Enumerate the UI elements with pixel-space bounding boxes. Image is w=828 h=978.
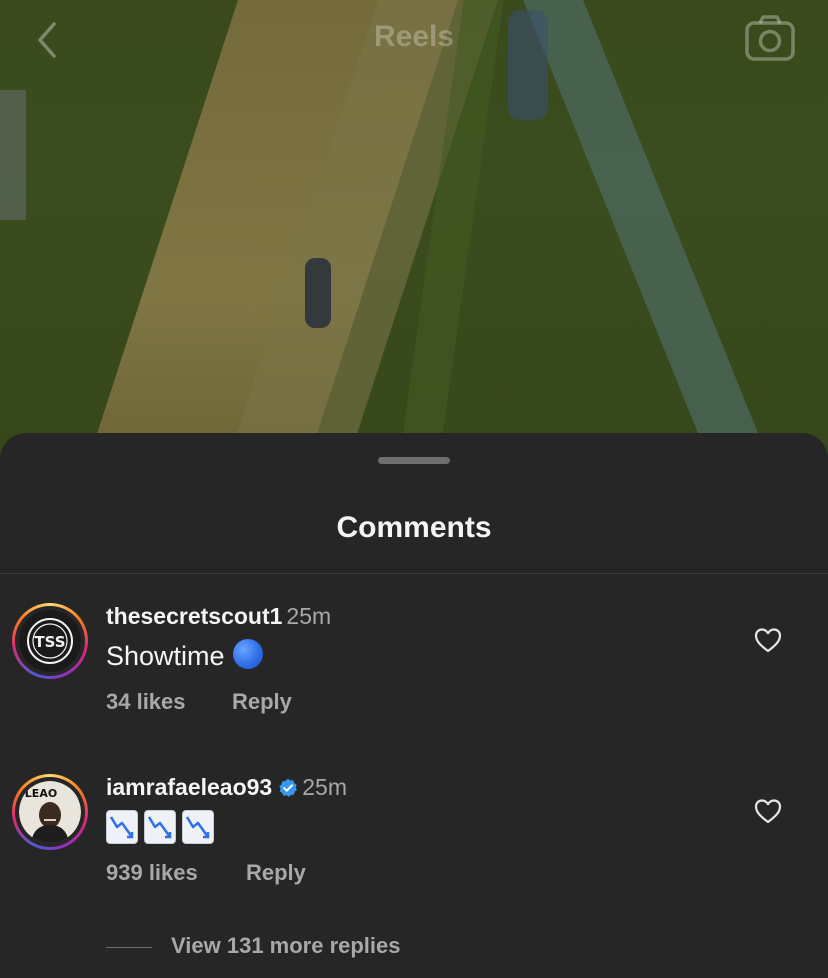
camera-button[interactable] xyxy=(744,14,796,64)
likes-count[interactable]: 939 likes xyxy=(106,860,198,886)
page-title: Reels xyxy=(373,20,455,53)
heart-icon xyxy=(754,628,782,653)
comment-item: LEAO iamrafaeleao93 25m 939 likes Reply xyxy=(0,774,828,914)
comment-time: 25m xyxy=(302,774,347,800)
chart-decreasing-emoji-icon xyxy=(106,810,138,844)
comments-sheet: Comments TSS thesecretscout1 25m Showtim… xyxy=(0,433,828,978)
avatar: TSS xyxy=(19,610,81,672)
secret-scout-logo-icon: TSS xyxy=(19,610,81,672)
comment-body: Showtime xyxy=(106,641,225,671)
heart-icon xyxy=(754,799,782,824)
view-more-replies-label[interactable]: View 131 more replies xyxy=(171,933,401,959)
story-ring[interactable]: LEAO xyxy=(12,774,88,850)
comment-item: TSS thesecretscout1 25m Showtime 34 likes… xyxy=(0,603,828,743)
reels-comments-screen: Reels Comments TSS thesecretscout1 25m S… xyxy=(0,0,828,978)
svg-text:TSS: TSS xyxy=(34,633,65,651)
sheet-title: Comments xyxy=(336,511,492,544)
comment-username[interactable]: thesecretscout1 25m xyxy=(106,603,331,630)
chart-decreasing-emoji-icon xyxy=(182,810,214,844)
back-button[interactable] xyxy=(28,20,68,60)
top-bar: Reels xyxy=(0,0,828,80)
username-text[interactable]: iamrafaeleao93 xyxy=(106,774,272,800)
avatar: LEAO xyxy=(19,781,81,843)
profile-photo-icon: LEAO xyxy=(19,781,81,843)
divider xyxy=(0,573,828,574)
chevron-left-icon xyxy=(38,22,56,58)
replies-line xyxy=(106,947,152,948)
comment-time: 25m xyxy=(286,603,332,629)
like-button[interactable] xyxy=(754,627,782,653)
comment-text: Showtime xyxy=(106,639,263,672)
camera-icon xyxy=(745,15,795,61)
chart-decreasing-emoji-icon xyxy=(144,810,176,844)
verified-badge-icon xyxy=(279,778,298,797)
comment-text xyxy=(106,810,220,847)
likes-count[interactable]: 34 likes xyxy=(106,689,186,715)
like-button[interactable] xyxy=(754,798,782,824)
blue-circle-emoji-icon xyxy=(232,639,263,669)
comment-username[interactable]: iamrafaeleao93 25m xyxy=(106,774,347,801)
logo-lettering: LEAO xyxy=(25,787,57,800)
story-ring[interactable]: TSS xyxy=(12,603,88,679)
sheet-grabber[interactable] xyxy=(378,457,450,464)
reply-button[interactable]: Reply xyxy=(232,689,292,715)
username-text[interactable]: thesecretscout1 xyxy=(106,603,282,629)
reply-button[interactable]: Reply xyxy=(246,860,306,886)
